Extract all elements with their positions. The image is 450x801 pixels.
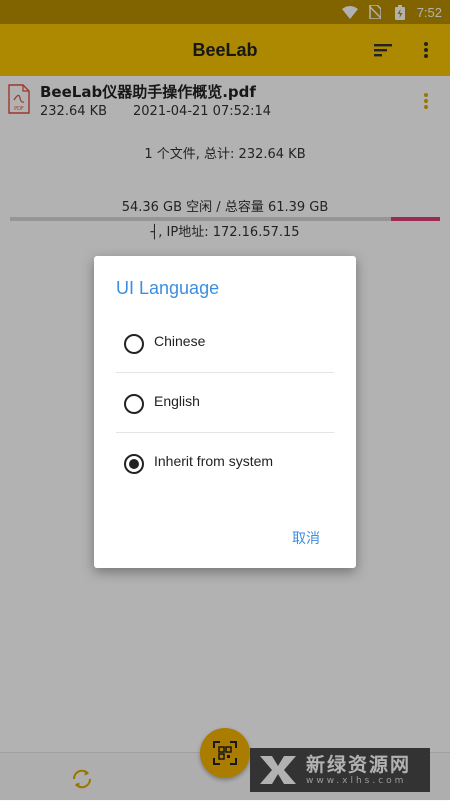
cancel-button[interactable]: 取消 <box>292 528 320 548</box>
option-english[interactable]: English <box>116 373 334 433</box>
radio-button[interactable] <box>124 334 144 354</box>
option-label: Inherit from system <box>154 453 274 469</box>
language-dialog: UI Language Chinese English Inherit from… <box>94 256 356 568</box>
radio-dot <box>129 459 139 469</box>
dialog-title: UI Language <box>116 278 220 298</box>
option-inherit-system[interactable]: Inherit from system <box>116 433 334 493</box>
option-label: English <box>154 393 200 409</box>
option-chinese[interactable]: Chinese <box>116 313 334 373</box>
radio-button[interactable] <box>124 454 144 474</box>
option-label: Chinese <box>154 333 206 349</box>
radio-button[interactable] <box>124 394 144 414</box>
